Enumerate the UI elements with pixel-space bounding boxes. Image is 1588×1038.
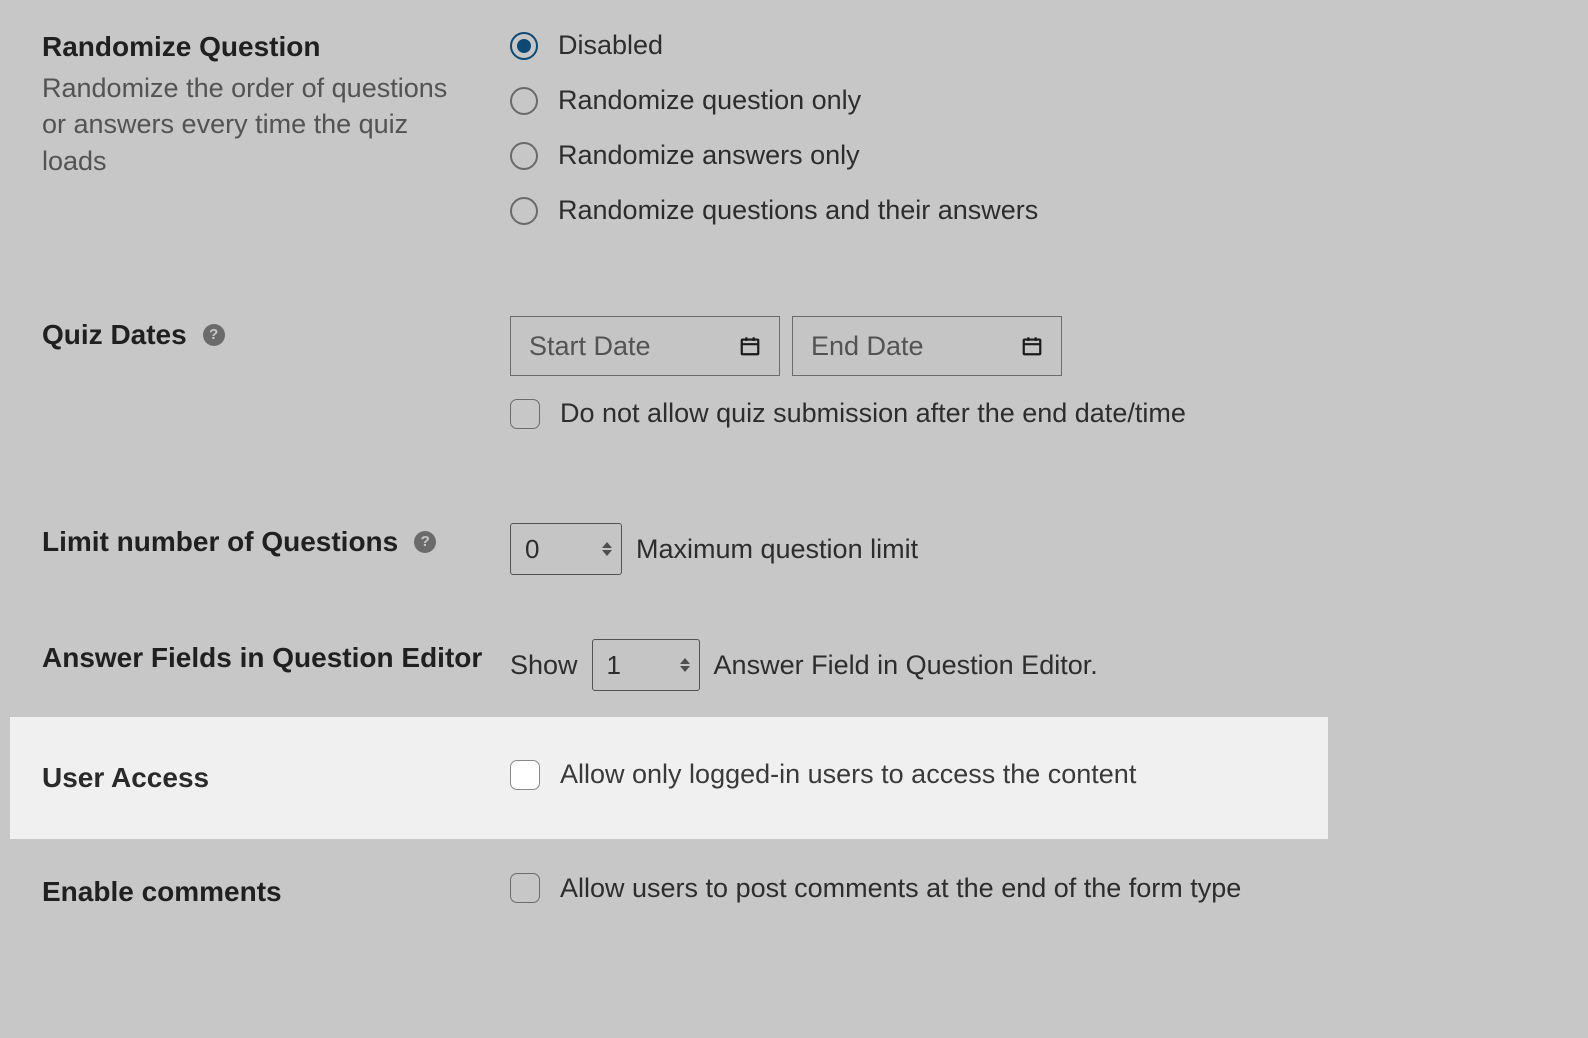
checkbox-icon [510,760,540,790]
radio-label: Disabled [558,30,663,61]
checkbox-icon [510,399,540,429]
radio-label: Randomize answers only [558,140,860,171]
label-column: Answer Fields in Question Editor [42,639,510,677]
answer-fields-inline: Show 1 Answer Field in Question Editor. [510,639,1546,691]
setting-title-limit-questions: Limit number of Questions ? [42,523,510,561]
label-column: Randomize Question Randomize the order o… [42,28,510,179]
prefix-text: Show [510,650,578,681]
user-access-checkbox[interactable]: Allow only logged-in users to access the… [510,759,1286,790]
radio-option-questions-and-answers[interactable]: Randomize questions and their answers [510,195,1546,226]
calendar-icon [1021,335,1043,357]
label-column: Quiz Dates ? [42,316,510,354]
answer-fields-count-input[interactable]: 1 [592,639,700,691]
setting-title-randomize: Randomize Question [42,28,510,66]
radio-option-disabled[interactable]: Disabled [510,30,1546,61]
no-submission-after-end-checkbox[interactable]: Do not allow quiz submission after the e… [510,398,1546,429]
title-text: Quiz Dates [42,316,187,354]
checkbox-label: Allow users to post comments at the end … [560,873,1241,904]
control-column: Start Date End Date [510,316,1546,429]
randomize-radio-group: Disabled Randomize question only Randomi… [510,30,1546,226]
radio-label: Randomize question only [558,85,861,116]
enable-comments-checkbox[interactable]: Allow users to post comments at the end … [510,873,1546,904]
help-icon[interactable]: ? [203,324,225,346]
placeholder-text: End Date [811,331,924,362]
setting-title-answer-fields: Answer Fields in Question Editor [42,639,510,677]
label-column: User Access [42,759,510,797]
question-limit-input[interactable]: 0 [510,523,622,575]
date-inputs: Start Date End Date [510,316,1546,376]
setting-description-randomize: Randomize the order of questions or answ… [42,70,462,179]
checkbox-label: Do not allow quiz submission after the e… [560,398,1186,429]
label-column: Enable comments [42,873,510,911]
stepper-icon [677,651,693,679]
radio-option-answers-only[interactable]: Randomize answers only [510,140,1546,171]
setting-row-answer-fields: Answer Fields in Question Editor Show 1 … [0,603,1588,717]
control-column: 0 Maximum question limit [510,523,1546,575]
setting-row-quiz-dates: Quiz Dates ? Start Date [0,274,1588,471]
setting-title-user-access: User Access [42,759,510,797]
radio-icon [510,142,538,170]
control-column: Disabled Randomize question only Randomi… [510,28,1546,226]
checkbox-icon [510,873,540,903]
calendar-icon [739,335,761,357]
setting-row-limit-questions: Limit number of Questions ? 0 Maximum qu… [0,471,1588,603]
radio-icon [510,197,538,225]
setting-row-randomize-question: Randomize Question Randomize the order o… [0,0,1588,274]
radio-option-question-only[interactable]: Randomize question only [510,85,1546,116]
control-column: Allow users to post comments at the end … [510,873,1546,904]
control-column: Allow only logged-in users to access the… [510,759,1286,790]
title-text: Limit number of Questions [42,523,398,561]
limit-inline: 0 Maximum question limit [510,523,1546,575]
radio-icon [510,32,538,60]
setting-row-user-access: User Access Allow only logged-in users t… [10,717,1328,839]
label-column: Limit number of Questions ? [42,523,510,561]
end-date-input[interactable]: End Date [792,316,1062,376]
start-date-input[interactable]: Start Date [510,316,780,376]
placeholder-text: Start Date [529,331,651,362]
stepper-icon [599,535,615,563]
checkbox-label: Allow only logged-in users to access the… [560,759,1136,790]
setting-row-enable-comments: Enable comments Allow users to post comm… [0,839,1588,971]
setting-title-enable-comments: Enable comments [42,873,510,911]
input-value: 0 [525,534,539,565]
radio-icon [510,87,538,115]
setting-title-quiz-dates: Quiz Dates ? [42,316,510,354]
suffix-text: Maximum question limit [636,534,918,565]
radio-label: Randomize questions and their answers [558,195,1038,226]
input-value: 1 [607,650,621,681]
suffix-text: Answer Field in Question Editor. [714,650,1098,681]
help-icon[interactable]: ? [414,531,436,553]
control-column: Show 1 Answer Field in Question Editor. [510,639,1546,691]
